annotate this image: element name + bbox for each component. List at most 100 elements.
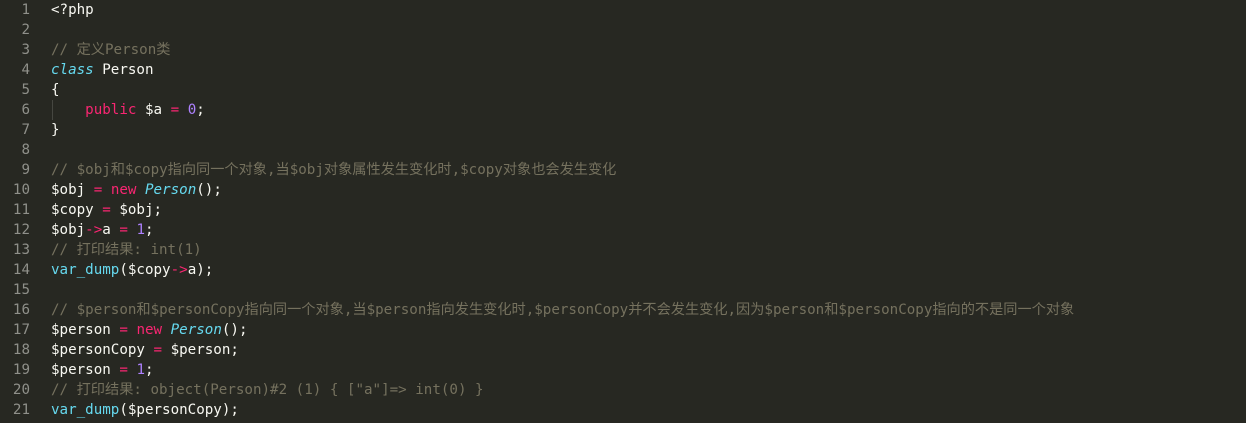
- line-number: 20: [12, 382, 30, 398]
- code-token: =: [119, 322, 128, 338]
- code-line[interactable]: 20 // 打印结果: object(Person)#2 (1) { ["a"]=…: [0, 380, 1246, 400]
- code-token: =: [93, 182, 103, 198]
- line-number: 4: [21, 62, 30, 78]
- code-token: Person: [93, 62, 154, 78]
- code-token: ;: [145, 222, 154, 238]
- code-token: // $person和$personCopy指向同一个对象,当$person指向…: [51, 302, 1075, 318]
- code-token: new: [110, 182, 137, 198]
- line-content: $copy = $obj;: [51, 200, 162, 220]
- code-token: =: [102, 202, 111, 218]
- code-token: $person: [51, 362, 120, 378]
- code-token: // 打印结果: int(1): [51, 242, 202, 258]
- line-content: $personCopy = $person;: [51, 340, 239, 360]
- line-content: // 打印结果: int(1): [51, 240, 202, 260]
- code-token: =: [119, 362, 128, 378]
- line-number: 11: [12, 202, 30, 218]
- line-number: 3: [21, 42, 30, 58]
- code-token: var_dump: [51, 262, 120, 278]
- code-line[interactable]: 5{: [0, 80, 1246, 100]
- line-content: <?php: [51, 0, 94, 20]
- code-token: $person: [51, 322, 120, 338]
- line-number: 8: [21, 142, 30, 158]
- code-token: $copy: [51, 202, 103, 218]
- line-content: $obj = new Person();: [51, 180, 222, 200]
- code-line[interactable]: 15: [0, 280, 1246, 300]
- code-line[interactable]: 11 $copy = $obj;: [0, 200, 1246, 220]
- line-number: 17: [12, 322, 30, 338]
- line-content: var_dump($personCopy);: [51, 400, 239, 420]
- code-token: a: [102, 222, 120, 238]
- code-token: var_dump: [51, 402, 120, 418]
- code-token: <?php: [51, 2, 94, 18]
- code-token: {: [51, 82, 60, 98]
- line-number: 7: [21, 122, 30, 138]
- line-content: // $person和$personCopy指向同一个对象,当$person指向…: [51, 300, 1074, 320]
- line-content: var_dump($copy->a);: [51, 260, 213, 280]
- line-number: 13: [12, 242, 30, 258]
- code-line[interactable]: 13 // 打印结果: int(1): [0, 240, 1246, 260]
- code-token: }: [51, 122, 60, 138]
- code-token: 1: [136, 222, 145, 238]
- code-line[interactable]: 10 $obj = new Person();: [0, 180, 1246, 200]
- code-token: // $obj和$copy指向同一个对象,当$obj对象属性发生变化时,$cop…: [51, 162, 617, 178]
- code-token: $a: [136, 102, 171, 118]
- line-number: 10: [12, 182, 30, 198]
- code-token: // 打印结果: object(Person)#2 (1) { ["a"]=> …: [51, 382, 484, 398]
- line-number: 12: [12, 222, 30, 238]
- line-number: 19: [12, 362, 30, 378]
- line-content: // 打印结果: object(Person)#2 (1) { ["a"]=> …: [51, 380, 484, 400]
- code-token: =: [119, 222, 128, 238]
- code-token: ->: [85, 222, 103, 238]
- line-content: }: [51, 120, 60, 140]
- line-number: 5: [21, 82, 30, 98]
- code-line[interactable]: 21 var_dump($personCopy);: [0, 400, 1246, 420]
- code-line[interactable]: 9 // $obj和$copy指向同一个对象,当$obj对象属性发生变化时,$co…: [0, 160, 1246, 180]
- code-line[interactable]: 3 // 定义Person类: [0, 40, 1246, 60]
- code-token: ;: [144, 362, 154, 378]
- code-line[interactable]: 2: [0, 20, 1246, 40]
- line-content: {: [51, 80, 60, 100]
- code-token: ($copy: [119, 262, 171, 278]
- code-token: ($personCopy);: [119, 402, 239, 418]
- code-token: 1: [136, 362, 145, 378]
- code-line[interactable]: 18 $personCopy = $person;: [0, 340, 1246, 360]
- code-token: ();: [221, 322, 248, 338]
- code-line[interactable]: 12 $obj->a = 1;: [0, 220, 1246, 240]
- line-content: // $obj和$copy指向同一个对象,当$obj对象属性发生变化时,$cop…: [51, 160, 616, 180]
- code-token: new: [136, 322, 163, 338]
- code-token: =: [170, 102, 180, 118]
- code-line[interactable]: 16 // $person和$personCopy指向同一个对象,当$person…: [0, 300, 1246, 320]
- code-token: ->: [170, 262, 188, 278]
- code-token: $personCopy: [51, 342, 154, 358]
- line-number: 14: [12, 262, 30, 278]
- code-editor[interactable]: 1 <?php 2 3// 定义Person类 4 class Person 5{6 pub…: [0, 0, 1246, 423]
- line-content: public $a = 0;: [51, 100, 205, 120]
- code-line[interactable]: 19 $person = 1;: [0, 360, 1246, 380]
- code-line[interactable]: 4 class Person: [0, 60, 1246, 80]
- line-number: 2: [21, 22, 30, 38]
- code-token: ;: [196, 102, 205, 118]
- code-line[interactable]: 7}: [0, 120, 1246, 140]
- code-line[interactable]: 6 public $a = 0;: [0, 100, 1246, 120]
- code-token: class: [51, 62, 94, 78]
- code-token: $person;: [162, 342, 239, 358]
- code-token: a);: [187, 262, 214, 278]
- line-number: 9: [21, 162, 30, 178]
- line-number: 1: [21, 2, 30, 18]
- code-line[interactable]: 14 var_dump($copy->a);: [0, 260, 1246, 280]
- code-line[interactable]: 17 $person = new Person();: [0, 320, 1246, 340]
- code-line[interactable]: 8: [0, 140, 1246, 160]
- line-content: $obj->a = 1;: [51, 220, 154, 240]
- code-token: 0: [187, 102, 197, 118]
- code-token: =: [153, 342, 163, 358]
- code-token: public: [85, 102, 137, 118]
- line-content: $person = 1;: [51, 360, 154, 380]
- line-number: 18: [12, 342, 30, 358]
- code-token: Person: [170, 322, 222, 338]
- code-line[interactable]: 1 <?php: [0, 0, 1246, 20]
- code-token: ();: [196, 182, 222, 198]
- line-number: 6: [21, 102, 30, 118]
